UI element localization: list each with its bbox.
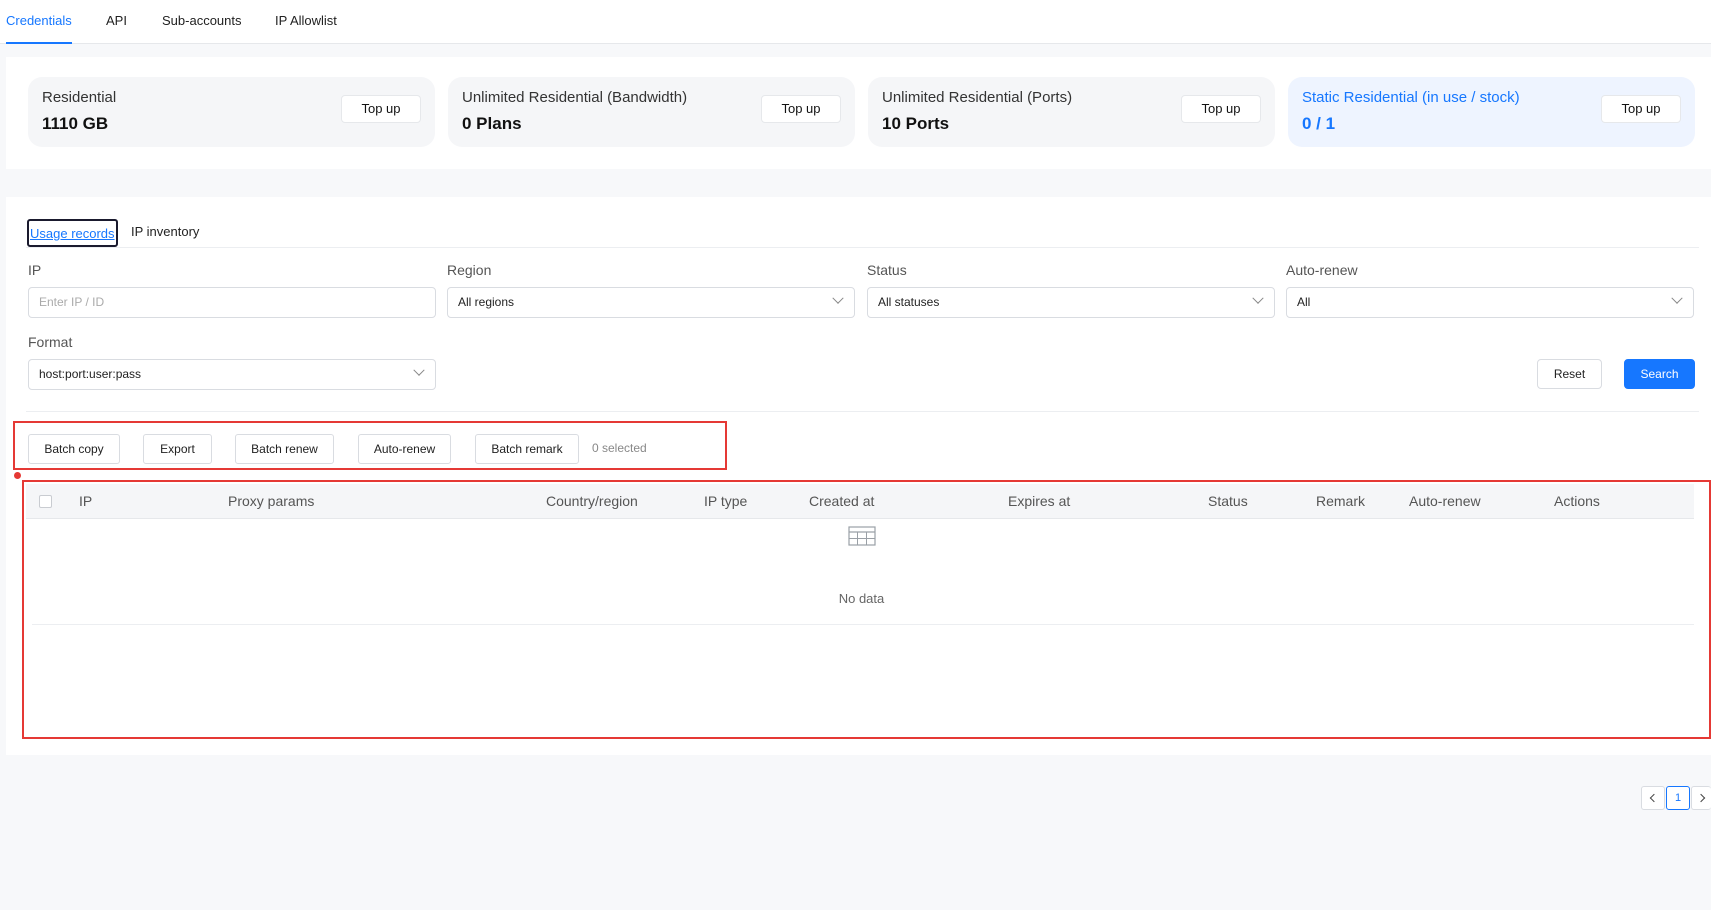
card-value: 1110 GB [42,114,109,133]
chevron-down-icon [1252,292,1264,304]
tab-credentials[interactable]: Credentials [6,0,72,44]
prev-page-button[interactable] [1641,786,1665,810]
chevron-right-icon [1696,793,1705,803]
card-unlimited-bandwidth: Unlimited Residential (Bandwidth) 0 Plan… [448,77,855,147]
tab-sub-accounts[interactable]: Sub-accounts [162,0,242,44]
status-value: All statuses [878,295,940,309]
region-label: Region [447,262,492,278]
tab-ip-allowlist[interactable]: IP Allowlist [275,0,337,44]
page-1-button[interactable]: 1 [1666,786,1690,810]
card-value: 10 Ports [882,114,950,133]
search-button[interactable]: Search [1624,359,1695,389]
chevron-left-icon [1649,793,1659,803]
card-value: 0 Plans [462,114,522,133]
format-label: Format [28,334,73,350]
top-nav: Credentials API Sub-accounts IP Allowlis… [0,0,1711,44]
card-residential: Residential 1110 GB Top up [28,77,435,147]
next-page-button[interactable] [1691,786,1711,810]
format-select[interactable]: host:port:user:pass [28,359,436,390]
card-title: Residential [42,89,117,106]
format-value: host:port:user:pass [39,367,142,381]
card-static-residential: Static Residential (in use / stock) 0 / … [1288,77,1695,147]
status-select[interactable]: All statuses [867,287,1275,318]
annotation-dot [14,472,21,479]
auto-renew-value: All [1297,295,1311,309]
top-up-button[interactable]: Top up [1181,95,1261,123]
top-up-button[interactable]: Top up [1601,95,1681,123]
status-label: Status [867,262,907,278]
chevron-down-icon [413,364,425,376]
region-value: All regions [458,295,515,309]
reset-button[interactable]: Reset [1537,359,1602,389]
top-up-button[interactable]: Top up [341,95,421,123]
auto-renew-label: Auto-renew [1286,262,1358,278]
card-title: Unlimited Residential (Bandwidth) [462,89,688,106]
summary-section: Residential 1110 GB Top up Unlimited Res… [6,57,1711,169]
ip-label: IP [28,262,42,278]
tab-divider [26,247,1699,248]
auto-renew-select[interactable]: All [1286,287,1694,318]
tab-ip-inventory[interactable]: IP inventory [131,219,199,247]
tab-usage-records[interactable]: Usage records [27,219,118,247]
tab-api[interactable]: API [106,0,127,44]
region-select[interactable]: All regions [447,287,855,318]
ip-input[interactable]: Enter IP / ID [28,287,436,318]
chevron-down-icon [1671,292,1683,304]
filter-divider [26,411,1699,412]
card-value: 0 / 1 [1302,114,1336,133]
card-title: Unlimited Residential (Ports) [882,89,1073,106]
card-unlimited-ports: Unlimited Residential (Ports) 10 Ports T… [868,77,1275,147]
top-up-button[interactable]: Top up [761,95,841,123]
batch-toolbar-highlight [13,421,727,470]
table-highlight [22,480,1711,739]
chevron-down-icon [832,292,844,304]
card-title: Static Residential (in use / stock) [1302,89,1520,106]
